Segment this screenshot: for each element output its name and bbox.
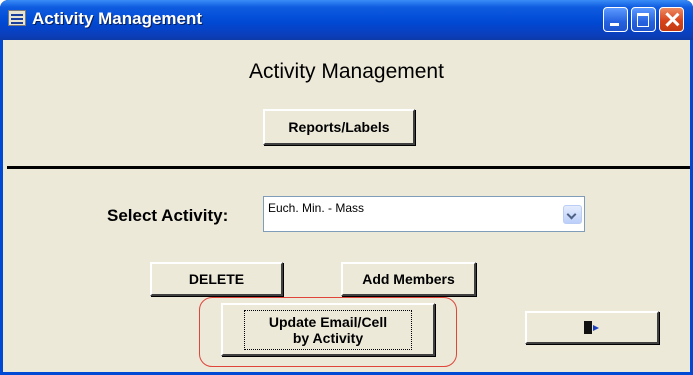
reports-labels-label: Reports/Labels	[288, 119, 390, 135]
divider-line	[7, 166, 690, 169]
update-label-line1: Update Email/Cell	[268, 313, 388, 330]
add-members-button[interactable]: Add Members	[341, 262, 476, 296]
form-icon[interactable]	[8, 10, 26, 26]
exit-door-icon	[584, 320, 600, 335]
activity-management-window: Activity Management Activity Management …	[0, 0, 693, 375]
minimize-button[interactable]	[603, 7, 628, 32]
update-label-line2: by Activity	[292, 329, 364, 346]
maximize-button[interactable]	[631, 7, 656, 32]
select-activity-value: Euch. Min. - Mass	[268, 201, 365, 215]
chevron-down-icon[interactable]	[563, 205, 582, 224]
form-heading: Activity Management	[249, 60, 444, 83]
title-bar[interactable]: Activity Management	[0, 0, 693, 40]
delete-label: DELETE	[188, 271, 245, 287]
exit-button[interactable]	[525, 311, 659, 344]
select-activity-combobox[interactable]: Euch. Min. - Mass	[263, 196, 585, 232]
add-members-label: Add Members	[362, 271, 455, 287]
reports-labels-button[interactable]: Reports/Labels	[263, 109, 415, 145]
select-activity-label: Select Activity:	[107, 206, 229, 225]
window-title: Activity Management	[32, 9, 203, 28]
close-button[interactable]	[659, 7, 684, 32]
form-body: Activity Management Reports/Labels Selec…	[3, 40, 690, 372]
update-email-cell-button[interactable]: Update Email/Cell by Activity	[221, 303, 435, 356]
update-email-cell-focus-ring: Update Email/Cell by Activity	[243, 309, 413, 350]
delete-button[interactable]: DELETE	[150, 262, 283, 296]
